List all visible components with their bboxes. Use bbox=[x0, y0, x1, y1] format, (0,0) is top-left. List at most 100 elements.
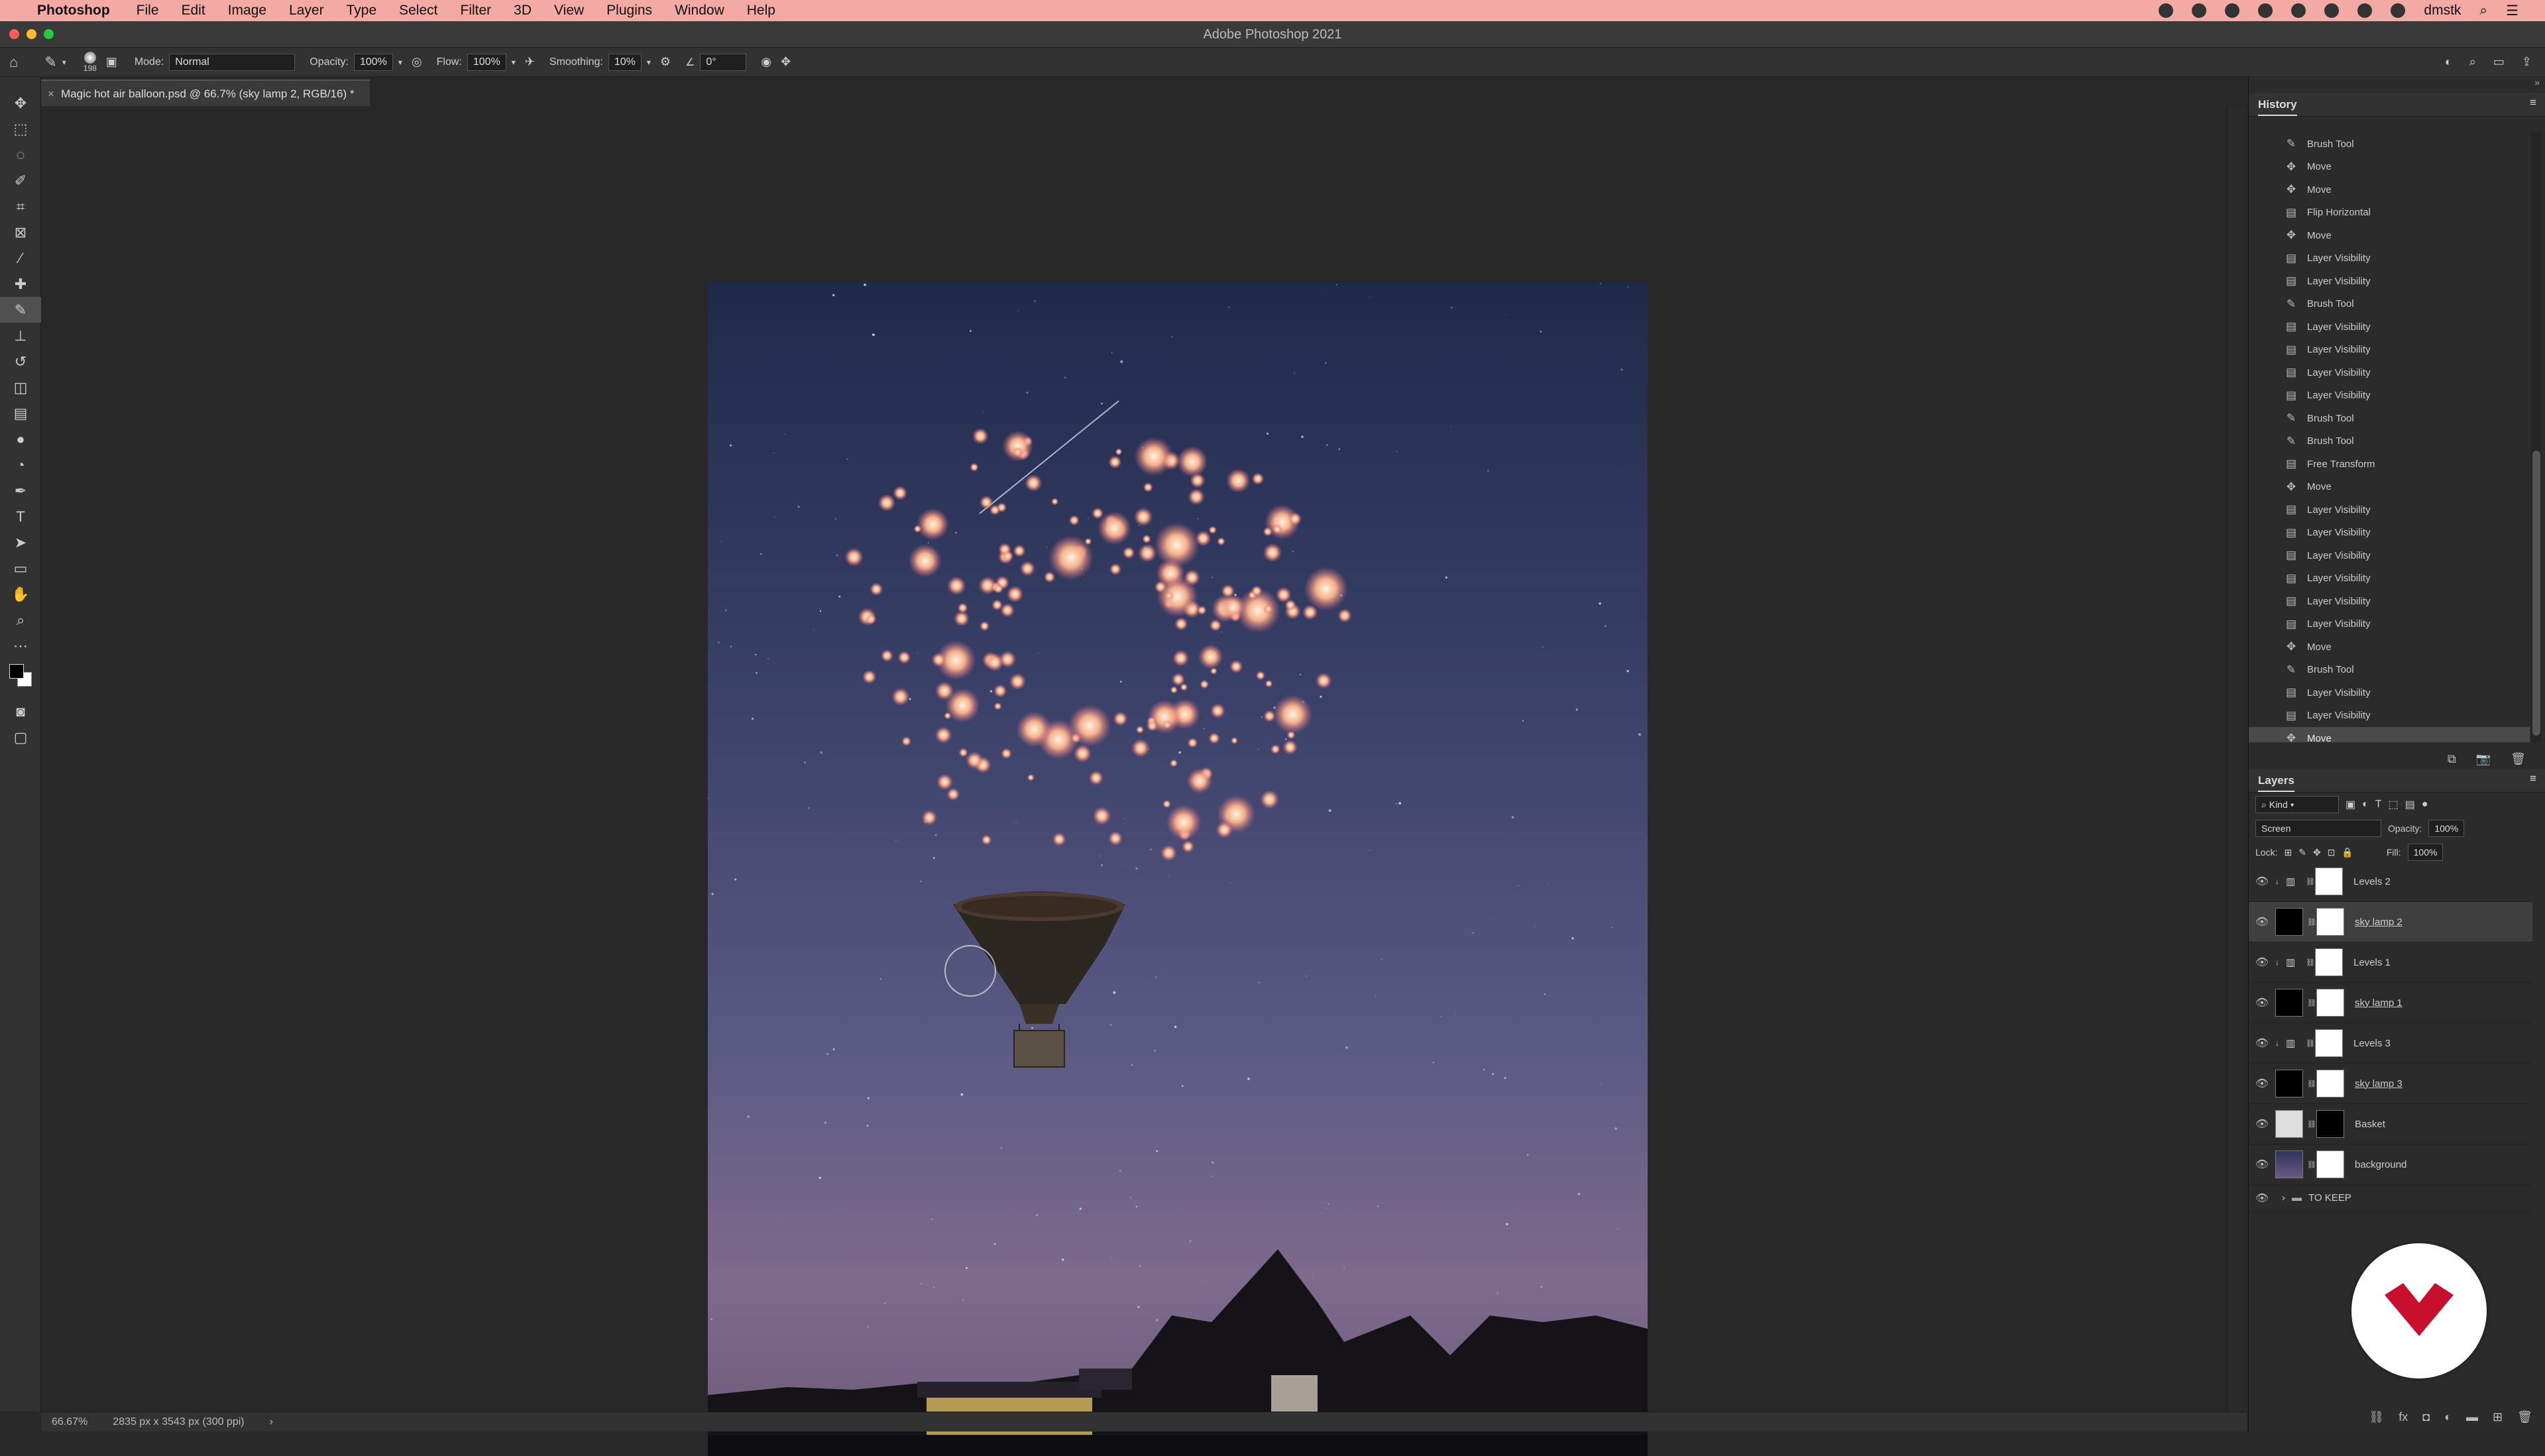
menu-app-name[interactable]: Photoshop bbox=[37, 3, 110, 19]
layer-thumbnail[interactable] bbox=[2275, 1150, 2303, 1178]
history-menu-icon[interactable]: ≡ bbox=[2530, 93, 2536, 113]
blend-mode-select[interactable]: Screen bbox=[2255, 820, 2381, 837]
airplay-icon[interactable] bbox=[2324, 3, 2340, 18]
eyedropper-tool-icon[interactable]: ⁄ bbox=[0, 245, 41, 271]
gradient-tool-icon[interactable]: ▤ bbox=[0, 400, 41, 426]
learn-icon[interactable]: ◐ bbox=[2445, 55, 2452, 69]
brush-tool-preset-icon[interactable]: ✎ bbox=[44, 54, 56, 71]
mask-link-icon[interactable]: ⛓ bbox=[2307, 1120, 2316, 1129]
mask-link-icon[interactable]: ⛓ bbox=[2307, 1160, 2316, 1169]
pressure-opacity-icon[interactable]: ◎ bbox=[412, 55, 422, 69]
zoom-window-icon[interactable] bbox=[44, 29, 54, 39]
more-tools-icon[interactable]: ⋯ bbox=[0, 633, 41, 659]
layer-mask-thumbnail[interactable] bbox=[2316, 989, 2344, 1017]
history-scrollbar[interactable] bbox=[2531, 133, 2542, 742]
menu-3d[interactable]: 3D bbox=[514, 3, 532, 19]
lasso-tool-icon[interactable]: ◌ bbox=[0, 142, 41, 168]
mask-link-icon[interactable]: ⛓ bbox=[2306, 877, 2315, 886]
document-info[interactable]: 2835 px x 3543 px (300 ppi) bbox=[113, 1416, 244, 1428]
type-tool-icon[interactable]: T bbox=[0, 504, 41, 530]
quick-selection-tool-icon[interactable]: ✐ bbox=[0, 168, 41, 194]
workspace-icon[interactable]: ▭ bbox=[2493, 55, 2505, 69]
filter-adjustment-icon[interactable]: ◐ bbox=[2362, 799, 2369, 811]
layer-thumbnail[interactable] bbox=[2275, 989, 2303, 1017]
filter-smart-object-icon[interactable]: ▤ bbox=[2405, 798, 2415, 811]
layer-name[interactable]: Levels 2 bbox=[2353, 876, 2391, 887]
zoom-tool-icon[interactable]: ⌕ bbox=[0, 607, 41, 633]
collapse-panels-icon[interactable]: » bbox=[2249, 77, 2545, 93]
filter-type-icon[interactable]: T bbox=[2375, 799, 2382, 811]
home-icon[interactable]: ⌂ bbox=[9, 54, 18, 71]
history-item[interactable]: ▤ Layer Visibility bbox=[2249, 270, 2530, 293]
close-document-icon[interactable]: × bbox=[48, 81, 54, 107]
healing-brush-tool-icon[interactable]: ✚ bbox=[0, 271, 41, 297]
layer-name[interactable]: Levels 3 bbox=[2353, 1038, 2391, 1049]
canvas-area[interactable] bbox=[41, 107, 2227, 1456]
delete-layer-trash-icon[interactable]: 🗑 bbox=[2517, 1410, 2532, 1424]
history-item[interactable]: ✎ Brush Tool bbox=[2249, 659, 2530, 682]
foreground-color-swatch[interactable] bbox=[9, 664, 24, 679]
history-item[interactable]: ▤ Layer Visibility bbox=[2249, 613, 2530, 636]
visibility-eye-icon[interactable]: 👁 bbox=[2249, 1192, 2275, 1205]
history-item[interactable]: ▤ Layer Visibility bbox=[2249, 522, 2530, 545]
layer-filter-kind[interactable]: ⌕ Kind ▾ bbox=[2255, 796, 2339, 813]
document-canvas[interactable] bbox=[708, 282, 1648, 1456]
menu-layer[interactable]: Layer bbox=[289, 3, 324, 19]
dodge-tool-icon[interactable]: ◔ bbox=[0, 452, 41, 478]
layer-thumbnail[interactable] bbox=[2275, 908, 2303, 936]
history-scrollbar-thumb[interactable] bbox=[2532, 451, 2540, 736]
menu-edit[interactable]: Edit bbox=[182, 3, 205, 19]
history-item[interactable]: ✎ Brush Tool bbox=[2249, 293, 2530, 316]
history-item[interactable]: ✥ Move bbox=[2249, 727, 2530, 742]
snapshot-camera-icon[interactable]: 📷 bbox=[2476, 752, 2491, 766]
search-icon[interactable]: ⌕ bbox=[2469, 55, 2476, 69]
rectangle-tool-icon[interactable]: ▭ bbox=[0, 555, 41, 581]
layer-thumbnail[interactable] bbox=[2275, 1110, 2303, 1138]
layer-style-fx-icon[interactable]: fx bbox=[2399, 1410, 2408, 1424]
sound-icon[interactable] bbox=[2291, 3, 2306, 18]
clone-stamp-tool-icon[interactable]: ⊥ bbox=[0, 323, 41, 349]
history-item[interactable]: ▤ Layer Visibility bbox=[2249, 567, 2530, 590]
opacity-chevron-icon[interactable]: ▾ bbox=[398, 58, 402, 67]
gear-icon[interactable]: ⚙ bbox=[660, 55, 671, 69]
color-swatches-icon[interactable] bbox=[0, 659, 41, 699]
new-document-from-state-icon[interactable]: ⧉ bbox=[2448, 752, 2456, 766]
menu-filter[interactable]: Filter bbox=[461, 3, 492, 19]
layer-name[interactable]: TO KEEP bbox=[2308, 1192, 2351, 1204]
history-item[interactable]: ▤ Layer Visibility bbox=[2249, 498, 2530, 522]
hand-tool-icon[interactable]: ✋ bbox=[0, 581, 41, 607]
filter-toggle-icon[interactable]: ● bbox=[2422, 799, 2428, 811]
symmetry-icon[interactable]: ✥ bbox=[781, 55, 791, 69]
layer-row[interactable]: 👁 ⛓ sky lamp 1 bbox=[2249, 983, 2532, 1023]
lock-image-icon[interactable]: ✎ bbox=[2298, 847, 2306, 858]
airbrush-icon[interactable]: ✈ bbox=[525, 55, 535, 69]
history-item[interactable]: ▤ Layer Visibility bbox=[2249, 384, 2530, 408]
marquee-tool-icon[interactable]: ⬚ bbox=[0, 116, 41, 142]
mask-link-icon[interactable]: ⛓ bbox=[2306, 958, 2315, 967]
visibility-eye-icon[interactable]: 👁 bbox=[2249, 956, 2275, 969]
menu-window[interactable]: Window bbox=[675, 3, 724, 19]
pen-tool-icon[interactable]: ✒ bbox=[0, 478, 41, 504]
fill-field[interactable]: 100% bbox=[2407, 844, 2444, 861]
brush-tip-preview[interactable] bbox=[84, 51, 96, 64]
brush-tool-icon[interactable]: ✎ bbox=[0, 297, 41, 323]
layer-row[interactable]: 👁 ↓ ▥ ⛓ Levels 3 bbox=[2249, 1023, 2532, 1064]
layer-name[interactable]: sky lamp 3 bbox=[2355, 1078, 2403, 1090]
menu-file[interactable]: File bbox=[137, 3, 159, 19]
pressure-size-icon[interactable]: ◉ bbox=[761, 55, 771, 69]
layer-mask-thumbnail[interactable] bbox=[2316, 1150, 2344, 1178]
history-item[interactable]: ▤ Layer Visibility bbox=[2249, 247, 2530, 270]
layer-row[interactable]: 👁 ↓ ▥ ⛓ Levels 2 bbox=[2249, 862, 2532, 902]
layer-name[interactable]: sky lamp 1 bbox=[2355, 997, 2403, 1009]
flow-field[interactable]: 100% bbox=[467, 53, 506, 71]
layer-mask-thumbnail[interactable] bbox=[2315, 1029, 2343, 1057]
menu-select[interactable]: Select bbox=[399, 3, 437, 19]
wifi-icon[interactable] bbox=[2391, 3, 2406, 18]
status-menu-chevron-icon[interactable]: › bbox=[270, 1416, 273, 1428]
filter-pixel-icon[interactable]: ▣ bbox=[2346, 798, 2355, 811]
layer-row[interactable]: 👁 ⛓ Basket bbox=[2249, 1104, 2532, 1145]
visibility-eye-icon[interactable]: 👁 bbox=[2249, 1158, 2275, 1171]
menu-type[interactable]: Type bbox=[347, 3, 377, 19]
layer-mask-thumbnail[interactable] bbox=[2316, 1110, 2344, 1138]
path-selection-tool-icon[interactable]: ➤ bbox=[0, 530, 41, 555]
